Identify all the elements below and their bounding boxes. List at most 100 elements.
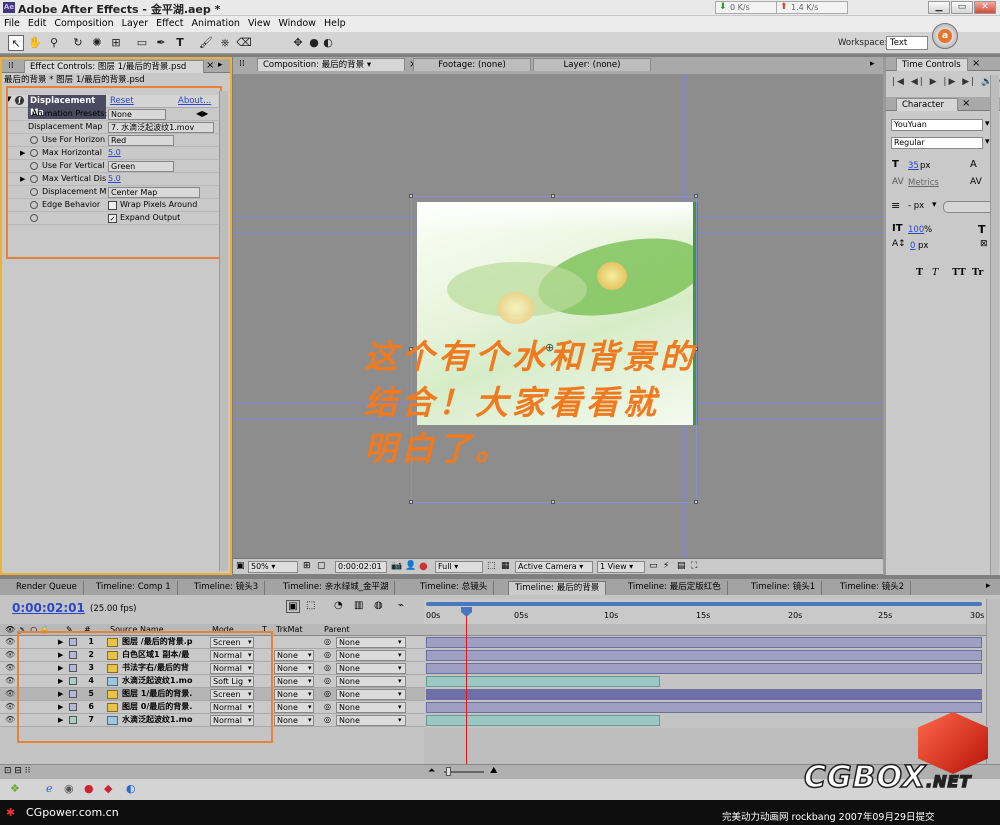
tab-timeline-shot3[interactable]: Timeline: 镜头3	[188, 581, 266, 595]
frame-blending-icon[interactable]: ▥	[354, 600, 363, 611]
layer-duration-bar[interactable]	[426, 715, 660, 726]
transparency-grid-icon[interactable]: ▦	[501, 561, 510, 571]
layer-duration-bar[interactable]	[426, 663, 982, 674]
toggle-pixel-aspect-icon[interactable]: ▭	[649, 561, 658, 571]
orbit-camera-tool-icon[interactable]: ✺	[89, 35, 105, 51]
pen-tool-icon[interactable]: ✒	[153, 35, 169, 51]
close-button[interactable]: ✕	[974, 1, 996, 14]
rectangle-mask-tool-icon[interactable]: ▭	[134, 35, 150, 51]
pick-whip-icon[interactable]: ◎	[324, 688, 331, 700]
view-axis-icon[interactable]: ◐	[320, 35, 336, 51]
tab-composition[interactable]: Composition: 最后的背景 ▾	[257, 58, 405, 71]
panel-menu-icon[interactable]: ▸	[870, 59, 875, 69]
motion-blur-icon[interactable]: ◍	[374, 600, 383, 611]
chevron-down-icon[interactable]: ▾	[308, 649, 312, 661]
menu-view[interactable]: View	[244, 16, 275, 31]
header-trkmat[interactable]: TrkMat	[276, 624, 303, 635]
snapshot-icon[interactable]: 📷	[391, 561, 402, 571]
layer-duration-bar[interactable]	[426, 689, 982, 700]
pick-whip-icon[interactable]: ◎	[324, 649, 331, 661]
panel-menu-icon[interactable]: ▸	[218, 60, 223, 70]
faux-italic-button[interactable]: T	[932, 267, 938, 278]
eraser-tool-icon[interactable]: ⌫	[236, 35, 252, 51]
timeline-scrollbar[interactable]	[986, 599, 1000, 764]
start-icon[interactable]: ❖	[10, 782, 20, 795]
parent-select[interactable]: None	[336, 650, 406, 661]
tab-timeline-shot2[interactable]: Timeline: 镜头2	[834, 581, 912, 595]
resolution-select[interactable]: Full ▾	[435, 561, 483, 573]
close-tab-icon[interactable]: ×	[972, 58, 980, 69]
transform-handle[interactable]	[409, 194, 413, 198]
menu-animation[interactable]: Animation	[188, 16, 244, 31]
chevron-down-icon[interactable]: ▾	[308, 675, 312, 687]
show-snapshot-icon[interactable]: 👤	[405, 561, 416, 571]
tab-footage[interactable]: Footage: (none)	[413, 58, 531, 71]
workspace-select[interactable]: Text	[886, 36, 928, 50]
chevron-down-icon[interactable]: ▾	[398, 714, 402, 726]
panel-menu-icon[interactable]: ▸	[986, 581, 991, 591]
clone-stamp-tool-icon[interactable]: ⎈	[217, 35, 233, 51]
magnification-select[interactable]: 50% ▾	[248, 561, 298, 573]
menu-edit[interactable]: Edit	[24, 16, 50, 31]
font-family-select[interactable]: YouYuan	[891, 119, 983, 131]
chevron-down-icon[interactable]: ▾	[398, 649, 402, 661]
menu-layer[interactable]: Layer	[118, 16, 153, 31]
hand-tool-icon[interactable]: ✋	[27, 35, 43, 51]
minimize-button[interactable]: ▁	[928, 1, 950, 14]
layer-duration-bar[interactable]	[426, 702, 982, 713]
chevron-down-icon[interactable]: ▾	[308, 714, 312, 726]
axis-mode-icon[interactable]: ✥	[290, 35, 306, 51]
menu-effect[interactable]: Effect	[152, 16, 187, 31]
chevron-down-icon[interactable]: ▾	[398, 675, 402, 687]
transform-handle[interactable]	[409, 500, 413, 504]
camera-select[interactable]: Active Camera ▾	[515, 561, 593, 573]
tab-layer[interactable]: Layer: (none)	[533, 58, 651, 71]
timeline-icon[interactable]: ▤	[677, 561, 686, 571]
draft-3d-icon[interactable]: ⬚	[306, 600, 315, 611]
ie-icon[interactable]: ℯ	[46, 782, 53, 795]
pick-whip-icon[interactable]: ◎	[324, 636, 331, 648]
chevron-down-icon[interactable]: ▾	[308, 688, 312, 700]
font-style-select[interactable]: Regular	[891, 137, 983, 149]
transform-handle[interactable]	[551, 194, 555, 198]
app-icon[interactable]: ●	[84, 782, 94, 795]
layer-duration-bar[interactable]	[426, 637, 982, 648]
region-of-interest-icon[interactable]: ⬚	[487, 561, 496, 571]
chevron-down-icon[interactable]: ▾	[398, 636, 402, 648]
small-caps-button[interactable]: Tr	[972, 267, 983, 278]
maximize-button[interactable]: ▭	[951, 1, 973, 14]
parent-select[interactable]: None	[336, 676, 406, 687]
zoom-in-icon[interactable]: ⛰	[490, 766, 498, 776]
faux-bold-button[interactable]: T	[916, 267, 923, 278]
toggle-switches-icon[interactable]: ⊡ ⊟ ⁝⁝	[4, 766, 31, 776]
visibility-eye-icon[interactable]: 👁	[5, 651, 15, 659]
pick-whip-icon[interactable]: ◎	[324, 714, 331, 726]
transform-handle[interactable]	[551, 500, 555, 504]
chevron-down-icon[interactable]: ▾	[308, 662, 312, 674]
visibility-eye-icon[interactable]: 👁	[5, 664, 15, 672]
header-parent[interactable]: Parent	[324, 624, 350, 635]
always-preview-icon[interactable]: ▣	[236, 561, 245, 571]
tab-timeline-final-bg[interactable]: Timeline: 最后的背景	[508, 581, 607, 595]
tab-timeline-red[interactable]: Timeline: 最后定版红色	[622, 581, 728, 595]
panel-scrollbar[interactable]	[219, 91, 228, 571]
style-dropdown-icon[interactable]: ▾	[985, 137, 990, 147]
grid-icon[interactable]: ⊞	[303, 561, 311, 571]
baseline-shift-value[interactable]: 0	[910, 241, 915, 251]
tab-render-queue[interactable]: Render Queue	[10, 581, 84, 595]
parent-select[interactable]: None	[336, 715, 406, 726]
layer-duration-bar[interactable]	[426, 650, 982, 661]
parent-select[interactable]: None	[336, 702, 406, 713]
fast-previews-icon[interactable]: ⚡	[663, 561, 669, 571]
font-dropdown-icon[interactable]: ▾	[985, 119, 990, 129]
color-channels-icon[interactable]: ●	[419, 561, 428, 572]
tab-time-controls[interactable]: Time Controls	[896, 58, 968, 71]
visibility-eye-icon[interactable]: 👁	[5, 690, 15, 698]
composition-mini-flowchart-icon[interactable]: ▣	[286, 600, 300, 613]
mask-view-icon[interactable]: ▢	[317, 561, 326, 571]
visibility-eye-icon[interactable]: 👁	[5, 638, 15, 646]
time-ruler[interactable]: 00s 05s 10s 15s 20s 25s 30s	[424, 599, 986, 625]
chevron-down-icon[interactable]: ▾	[398, 701, 402, 713]
parent-select[interactable]: None	[336, 689, 406, 700]
visibility-eye-icon[interactable]: 👁	[5, 677, 15, 685]
